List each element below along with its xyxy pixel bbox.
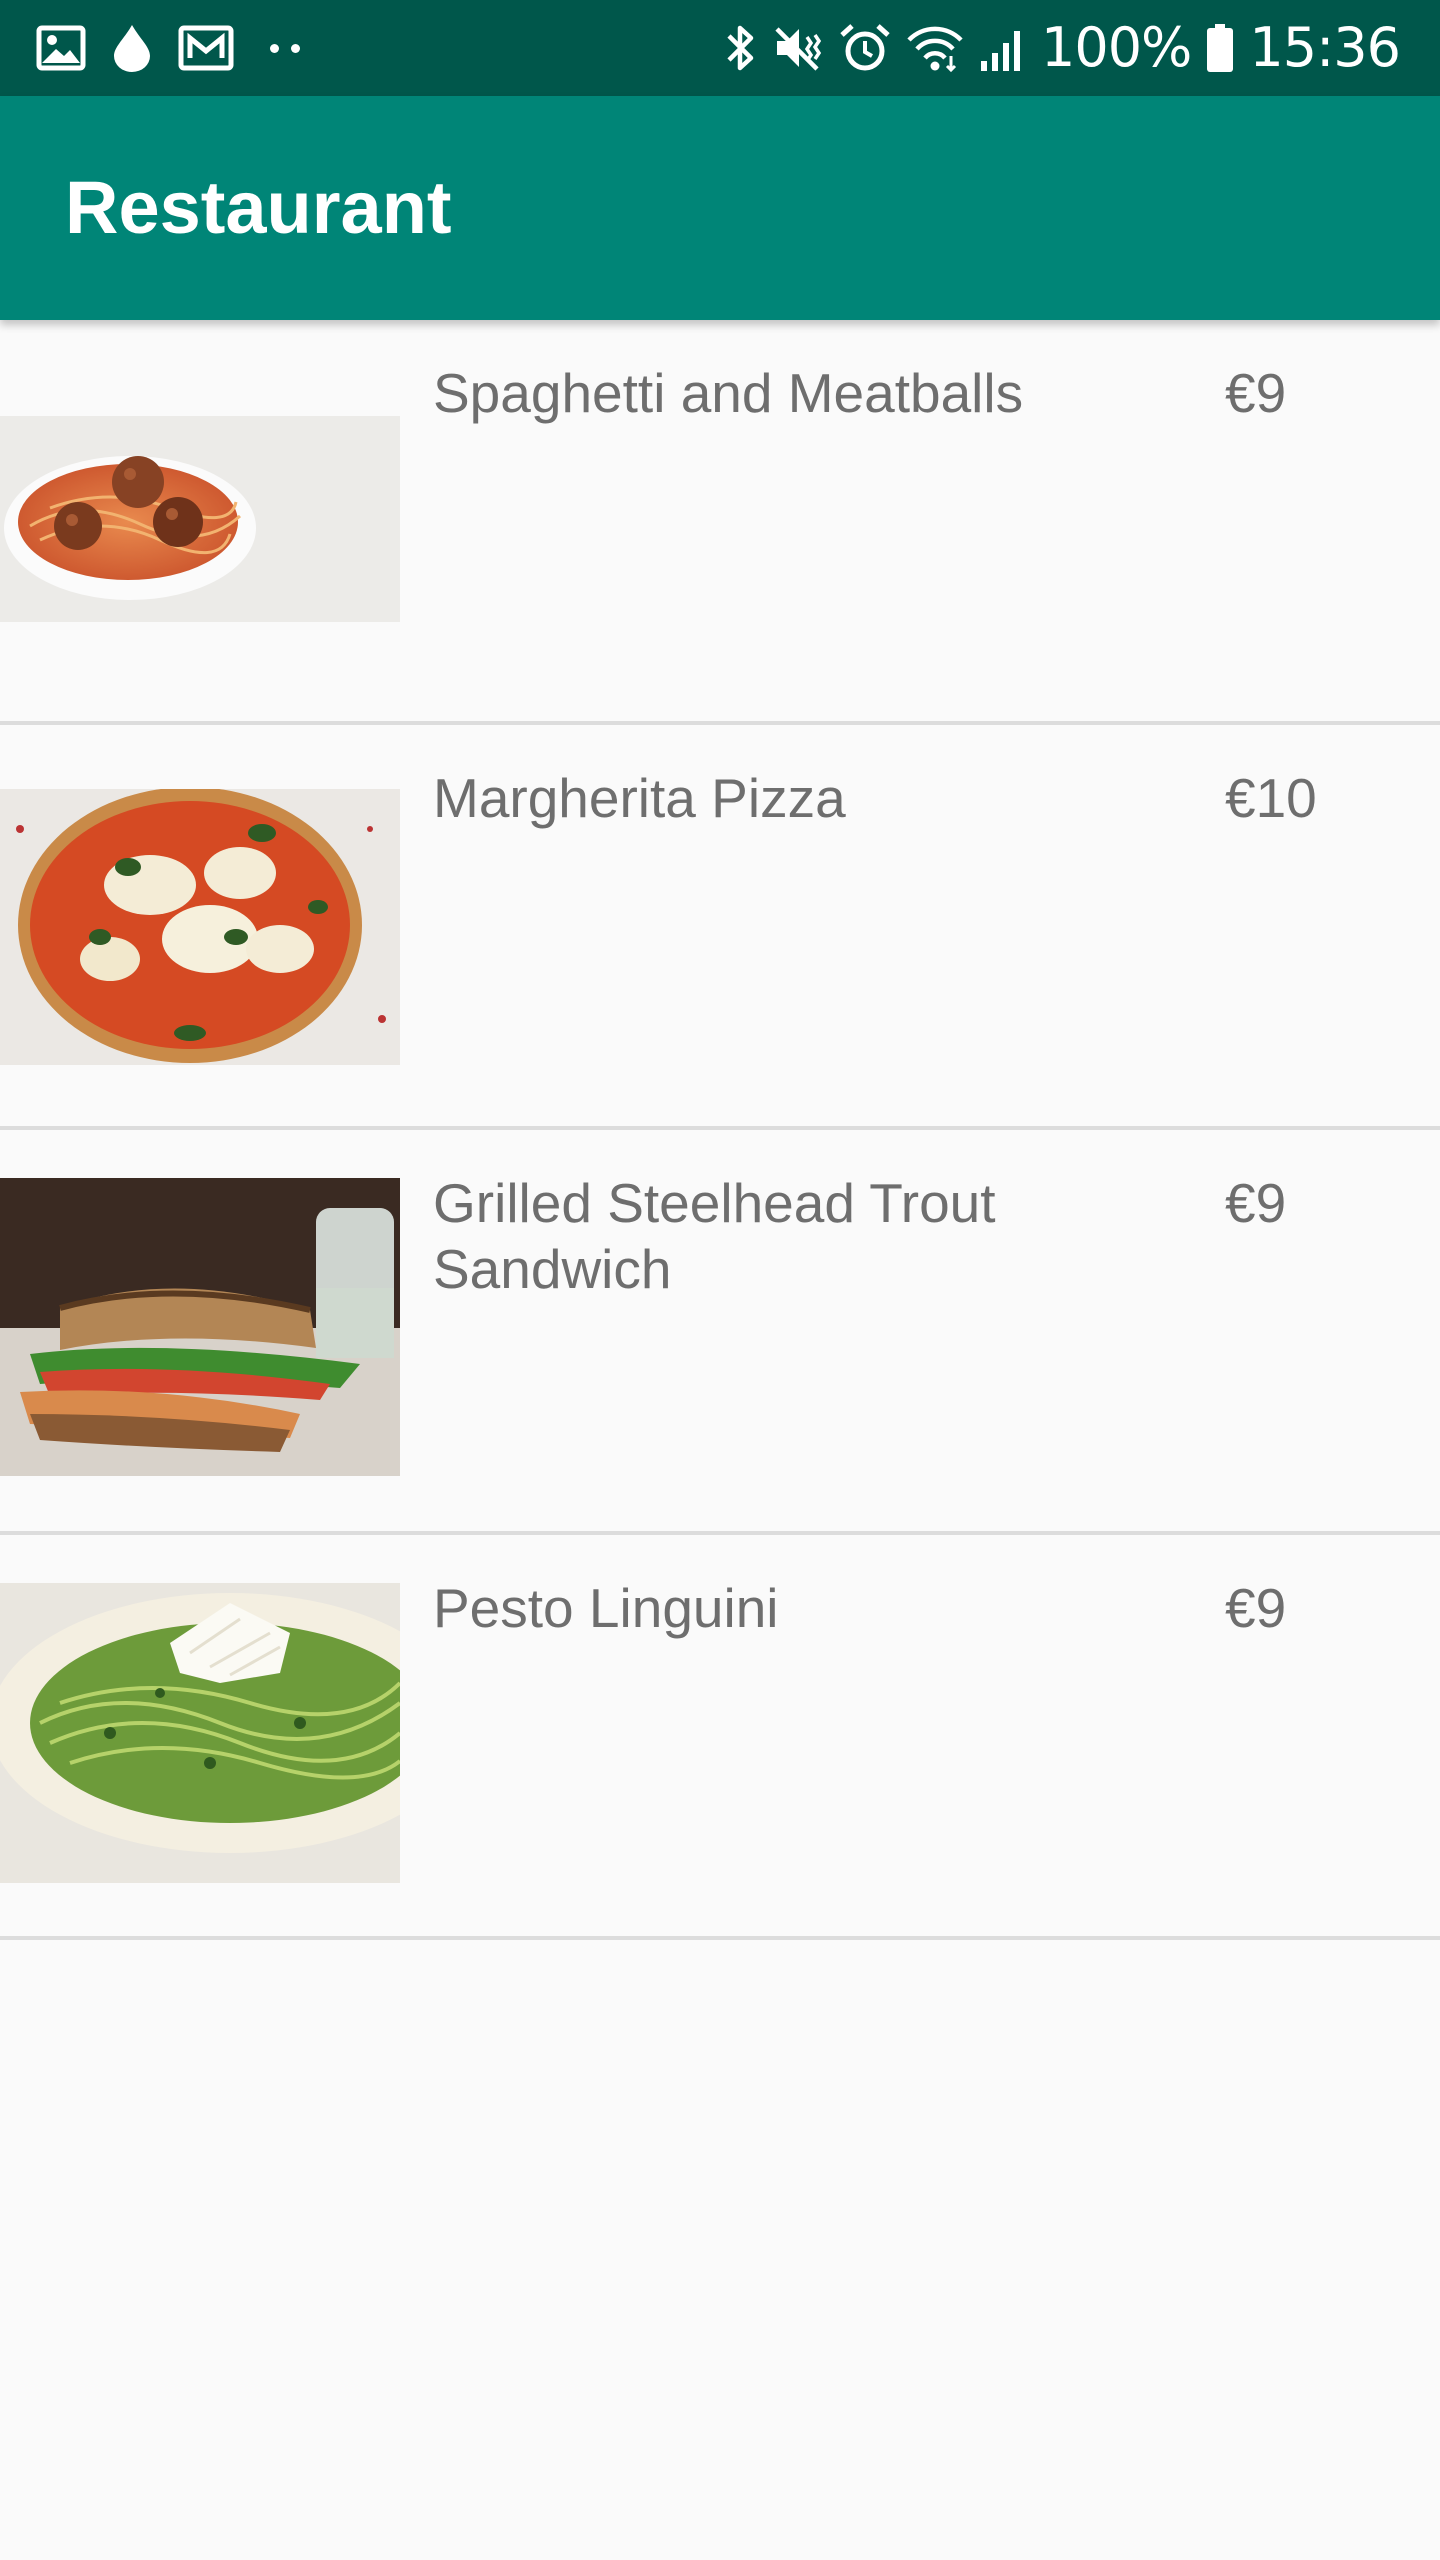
app-bar: Restaurant (0, 96, 1440, 320)
dish-price: €10 (1225, 767, 1317, 829)
list-item[interactable]: Grilled Steelhead Trout Sandwich €9 (0, 1130, 1440, 1535)
dish-name: Spaghetti and Meatballs (433, 362, 1024, 424)
wifi-icon (907, 26, 963, 73)
dish-photo (0, 416, 400, 622)
dish-price: €9 (1225, 1577, 1287, 1639)
vibrate-off-icon (775, 27, 822, 71)
dish-photo (0, 1178, 400, 1476)
page-title: Restaurant (65, 166, 452, 249)
dish-name: Margherita Pizza (433, 767, 846, 829)
dish-name: Pesto Linguini (433, 1577, 779, 1639)
battery-percent: 100% (1040, 16, 1192, 79)
menu-list: Spaghetti and Meatballs €9 Margherita Pi… (0, 320, 1440, 1940)
list-item[interactable]: Margherita Pizza €10 (0, 725, 1440, 1130)
dish-name: Grilled Steelhead Trout Sandwich (433, 1172, 996, 1300)
alarm-icon (840, 24, 890, 71)
list-item[interactable]: Spaghetti and Meatballs €9 (0, 320, 1440, 725)
email-icon (178, 25, 234, 71)
battery-icon (1207, 24, 1234, 72)
dish-price: €9 (1225, 1172, 1287, 1234)
dish-price: €9 (1225, 362, 1287, 424)
more-dots-icon (270, 43, 300, 53)
list-item[interactable]: Pesto Linguini €9 (0, 1535, 1440, 1940)
status-bar: 100% 15:36 (0, 0, 1440, 96)
signal-icon (980, 31, 1020, 71)
dish-photo (0, 1583, 400, 1883)
bluetooth-icon (727, 25, 754, 71)
gallery-icon (36, 25, 86, 71)
droplet-icon (114, 25, 150, 72)
dish-photo (0, 789, 400, 1065)
clock: 15:36 (1249, 16, 1401, 79)
